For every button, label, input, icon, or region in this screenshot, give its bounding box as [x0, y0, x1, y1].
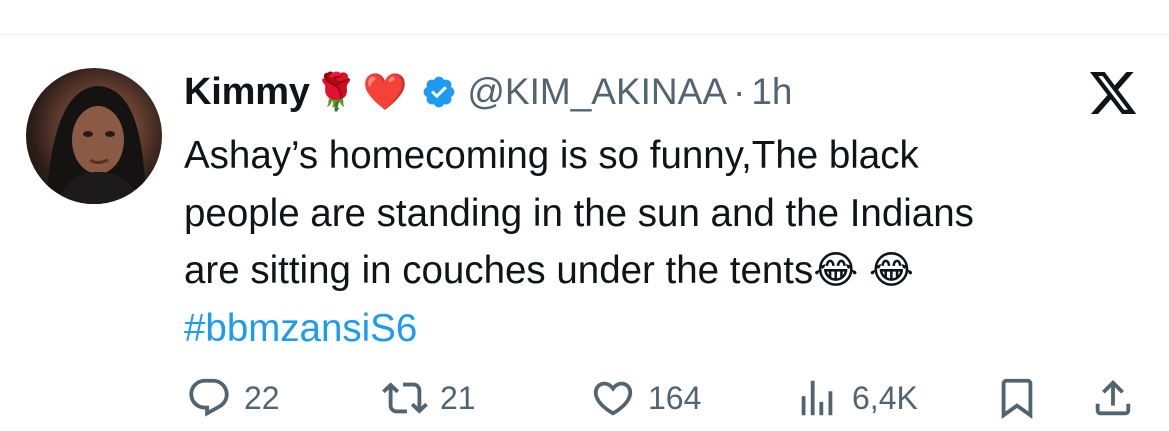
share-button[interactable] — [1090, 375, 1136, 421]
views-button[interactable]: 6,4K — [794, 375, 918, 421]
tweet-text-line: people are standing in the sun and the I… — [184, 191, 974, 235]
tweet-header: Kimmy 🌹 ❤️ @KIM_AKINAA · 1h — [184, 62, 793, 122]
reply-icon — [189, 378, 229, 417]
views-count: 6,4K — [852, 379, 918, 416]
tweet-text-line: are sitting in couches under the tents😂 … — [184, 249, 914, 292]
retweet-icon — [382, 382, 428, 414]
heart-icon — [593, 381, 633, 416]
tweet-text-line: Ashay’s homecoming is so funny,The black — [184, 134, 919, 177]
rose-emoji: 🌹 — [313, 71, 359, 112]
like-button[interactable]: 164 — [590, 375, 701, 421]
retweet-count: 21 — [440, 379, 476, 416]
tweet-text: Ashay’s homecoming is so funny,The black… — [184, 127, 1144, 357]
avatar-photo — [46, 86, 146, 204]
author-handle[interactable]: @KIM_AKINAA — [467, 71, 727, 113]
reply-button[interactable]: 22 — [186, 375, 280, 421]
separator-dot: · — [733, 71, 746, 112]
bookmark-button[interactable] — [994, 375, 1040, 421]
heart-emoji: ❤️ — [362, 71, 408, 112]
x-logo-icon[interactable] — [1089, 72, 1139, 116]
bookmark-icon — [1001, 378, 1033, 419]
hashtag-link[interactable]: #bbmzansiS6 — [184, 300, 1144, 358]
retweet-button[interactable]: 21 — [382, 375, 476, 421]
action-bar: 22 21 164 6,4K — [186, 375, 1146, 431]
share-icon — [1095, 379, 1131, 416]
views-chart-icon — [801, 380, 833, 416]
top-divider — [0, 34, 1169, 35]
reply-count: 22 — [244, 379, 280, 416]
tweet-timestamp[interactable]: 1h — [751, 71, 792, 113]
verified-badge-icon — [424, 76, 455, 108]
author-name[interactable]: Kimmy — [184, 71, 310, 114]
avatar[interactable] — [26, 68, 162, 204]
like-count: 164 — [648, 379, 702, 416]
